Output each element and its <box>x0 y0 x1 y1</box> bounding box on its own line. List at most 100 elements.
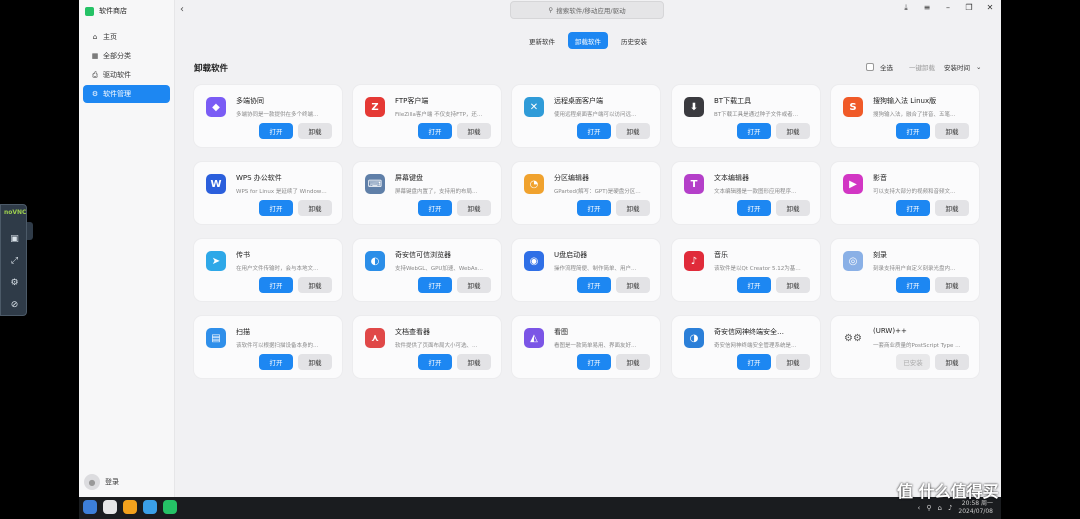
app-name: 分区编辑器 <box>554 174 589 182</box>
open-button[interactable]: 打开 <box>896 277 930 293</box>
uninstall-button[interactable]: 卸载 <box>776 200 810 216</box>
launcher-icon[interactable] <box>83 500 97 514</box>
uninstall-button[interactable]: 卸载 <box>457 354 491 370</box>
settings-app-icon[interactable] <box>123 500 137 514</box>
uninstall-button[interactable]: 卸载 <box>776 123 810 139</box>
browser-icon[interactable] <box>143 500 157 514</box>
app-store-taskbar-icon[interactable] <box>163 500 177 514</box>
minimize-icon[interactable]: – <box>943 3 953 13</box>
open-button[interactable]: 打开 <box>896 200 930 216</box>
uninstall-button[interactable]: 卸载 <box>935 123 969 139</box>
app-card[interactable]: ▤ 扫描 该软件可以根据扫描设备本身的… 打开 卸载 <box>194 316 342 378</box>
uninstall-button[interactable]: 卸载 <box>776 277 810 293</box>
app-card[interactable]: ➤ 传书 在用户文件传输时，会与本地文… 打开 卸载 <box>194 239 342 301</box>
app-card[interactable]: ◉ U盘启动器 操作流程简便、制作简单、用户… 打开 卸载 <box>512 239 660 301</box>
select-all-checkbox[interactable] <box>866 63 874 71</box>
uninstall-button[interactable]: 卸载 <box>298 200 332 216</box>
file-manager-icon[interactable] <box>103 500 117 514</box>
uninstall-button[interactable]: 卸载 <box>935 354 969 370</box>
app-card[interactable]: T 文本编辑器 文本编辑器是一款图形应用程序… 打开 卸载 <box>672 162 820 224</box>
open-button[interactable]: 打开 <box>259 123 293 139</box>
tray-network-icon[interactable]: ⌂ <box>937 504 941 512</box>
uninstall-button[interactable]: 卸载 <box>935 277 969 293</box>
open-button[interactable]: 打开 <box>737 200 771 216</box>
tab-0[interactable]: 更新软件 <box>522 32 562 49</box>
uninstall-button[interactable]: 卸载 <box>776 354 810 370</box>
uninstall-button[interactable]: 卸载 <box>616 123 650 139</box>
uninstall-button[interactable]: 卸载 <box>457 277 491 293</box>
open-button[interactable]: 打开 <box>259 277 293 293</box>
app-card[interactable]: ◑ 奇安信网神终端安全… 奇安信网神终端安全管理系统是… 打开 卸载 <box>672 316 820 378</box>
vnc-disconnect-icon[interactable]: ⊘ <box>8 298 21 311</box>
app-title-text: 软件商店 <box>99 7 127 15</box>
close-icon[interactable]: ✕ <box>985 3 995 13</box>
sidebar-item-3[interactable]: ⚙ 软件管理 <box>83 85 170 103</box>
open-button[interactable]: 打开 <box>737 277 771 293</box>
vnc-fullscreen-icon[interactable]: ⤢ <box>8 254 21 267</box>
open-button[interactable]: 打开 <box>259 200 293 216</box>
open-button[interactable]: 打开 <box>577 200 611 216</box>
open-button[interactable]: 打开 <box>577 277 611 293</box>
search-input[interactable]: ⚲ 搜索软件/移动应用/驱动 <box>510 1 664 19</box>
app-name: 文本编辑器 <box>714 174 749 182</box>
app-card[interactable]: ⋏ 文档查看器 软件提供了页面布局大小可选、… 打开 卸载 <box>353 316 501 378</box>
app-name: 屏幕键盘 <box>395 174 423 182</box>
app-name: 奇安信网神终端安全… <box>714 328 784 336</box>
uninstall-button[interactable]: 卸载 <box>457 123 491 139</box>
open-button[interactable]: 打开 <box>418 354 452 370</box>
app-card[interactable]: ◐ 奇安信可信浏览器 支持WebGL、GPU加速、WebAs… 打开 卸载 <box>353 239 501 301</box>
clock[interactable]: 20:58 周一 2024/07/08 <box>958 500 993 516</box>
sort-dropdown[interactable]: 安装时间 <box>944 62 970 72</box>
back-icon[interactable]: ‹ <box>180 4 184 15</box>
chevron-down-icon[interactable]: ⌄ <box>976 63 981 71</box>
open-button[interactable]: 打开 <box>737 354 771 370</box>
app-card[interactable]: W WPS 办公软件 WPS for Linux 是延续了 Window… 打开 卸载 <box>194 162 342 224</box>
sidebar-item-1[interactable]: ▦ 全部分类 <box>83 47 170 65</box>
uninstall-button[interactable]: 卸载 <box>616 277 650 293</box>
download-manager-icon[interactable]: ⤓ <box>901 3 911 13</box>
uninstall-button[interactable]: 卸载 <box>616 354 650 370</box>
app-card[interactable]: ⌨ 屏幕键盘 屏幕键盘内置了，支持用的布局… 打开 卸载 <box>353 162 501 224</box>
tray-search-icon[interactable]: ⚲ <box>926 504 931 512</box>
app-card[interactable]: ⚙⚙ (URW)++ 一套商业质量的PostScript Type … 已安装 卸载 <box>831 316 979 378</box>
open-button[interactable]: 打开 <box>737 123 771 139</box>
vnc-settings-icon[interactable]: ⚙ <box>8 276 21 289</box>
sidebar-item-0[interactable]: ⌂ 主页 <box>83 28 170 46</box>
one-click-uninstall-button[interactable]: 一键卸载 <box>909 62 935 72</box>
open-button[interactable]: 打开 <box>259 354 293 370</box>
vnc-clipboard-icon[interactable]: ▣ <box>8 232 21 245</box>
tray-volume-icon[interactable]: ♪ <box>948 504 952 512</box>
tab-1[interactable]: 卸载软件 <box>568 32 608 49</box>
login-button[interactable]: ● 登录 <box>84 474 119 490</box>
open-button[interactable]: 打开 <box>896 123 930 139</box>
taskbar: ‹ ⚲ ⌂ ♪ 20:58 周一 2024/07/08 <box>79 497 1001 519</box>
app-card[interactable]: ✕ 远程桌面客户端 使用远程桌面客户端可以访问远… 打开 卸载 <box>512 85 660 147</box>
tab-2[interactable]: 历史安装 <box>614 32 654 49</box>
uninstall-button[interactable]: 卸载 <box>298 277 332 293</box>
tray-arrow-icon[interactable]: ‹ <box>918 504 921 512</box>
uninstall-button[interactable]: 卸载 <box>298 354 332 370</box>
app-card[interactable]: S 搜狗输入法 Linux版 搜狗输入法，融合了拼音、五笔… 打开 卸载 <box>831 85 979 147</box>
uninstall-button[interactable]: 卸载 <box>616 200 650 216</box>
uninstall-button[interactable]: 卸载 <box>935 200 969 216</box>
app-card[interactable]: ▶ 影音 可以支持大部分的视频和音频文… 打开 卸载 <box>831 162 979 224</box>
app-card[interactable]: Z FTP客户端 FileZilla客户端 不仅支持FTP，还… 打开 卸载 <box>353 85 501 147</box>
vnc-panel-handle[interactable] <box>27 222 33 240</box>
app-description: 软件提供了页面布局大小可选、… <box>395 343 478 349</box>
uninstall-button[interactable]: 卸载 <box>298 123 332 139</box>
restore-icon[interactable]: ❐ <box>964 3 974 13</box>
open-button[interactable]: 打开 <box>418 123 452 139</box>
open-button[interactable]: 打开 <box>577 354 611 370</box>
app-card[interactable]: ⬇ BT下载工具 BT下载工具是通过种子文件或者… 打开 卸载 <box>672 85 820 147</box>
open-button[interactable]: 打开 <box>418 200 452 216</box>
app-card[interactable]: ◔ 分区编辑器 GParted(解写：GPT)是硬盘分区… 打开 卸载 <box>512 162 660 224</box>
app-card[interactable]: ◎ 刻录 刻录支持用户自定义刻录光盘内… 打开 卸载 <box>831 239 979 301</box>
open-button[interactable]: 打开 <box>418 277 452 293</box>
sidebar-item-2[interactable]: ⎙ 驱动软件 <box>83 66 170 84</box>
app-card[interactable]: ♪ 音乐 该软件是以Qt Creator 5.12为基… 打开 卸载 <box>672 239 820 301</box>
uninstall-button[interactable]: 卸载 <box>457 200 491 216</box>
open-button[interactable]: 打开 <box>577 123 611 139</box>
app-card[interactable]: ◭ 看图 看图是一款简单易用、界面友好… 打开 卸载 <box>512 316 660 378</box>
menu-icon[interactable]: ≡ <box>922 3 932 13</box>
app-card[interactable]: ◆ 多端协同 多端协同是一款提供在多个终端… 打开 卸载 <box>194 85 342 147</box>
